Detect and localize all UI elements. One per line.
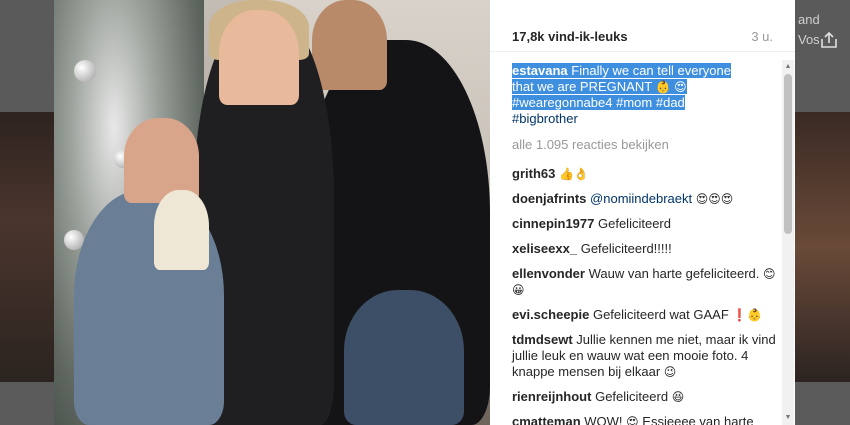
caption-highlight: #wearegonnabe4 #mom #dad (512, 95, 685, 110)
exclamation-baby-emoji-icon: ❗👶 (732, 308, 763, 322)
comment-item: cmatteman WOW! 😍 Essieeee van harte (512, 414, 780, 425)
backdrop-text: and Vos (798, 10, 820, 50)
comment-item: rienreijnhout Gefeliciteerd 😆 (512, 389, 780, 405)
comment-text: Gefeliciteerd wat GAAF (592, 307, 729, 322)
hashtag-link[interactable]: #bigbrother (512, 111, 578, 126)
share-icon[interactable] (820, 32, 838, 48)
comment-username[interactable]: xeliseexx_ (512, 241, 577, 256)
scrollbar-thumb[interactable] (784, 74, 792, 234)
comment-text: Gefeliciteerd (598, 216, 671, 231)
comment-item: ellenvonder Wauw van harte gefeliciteerd… (512, 266, 780, 298)
hashtag-link[interactable]: #wearegonnabe4 (512, 95, 612, 110)
comments-list: estavana Finally we can tell everyone th… (512, 63, 780, 425)
comment-item: grith63 👍👌 (512, 166, 780, 182)
caption-text-1: Finally we can tell everyone (571, 63, 731, 78)
scroll-up-arrow-icon[interactable]: ▲ (782, 62, 794, 72)
post-photo[interactable] (54, 0, 490, 425)
comment-username[interactable]: cinnepin1977 (512, 216, 594, 231)
comment-item: evi.scheepie Gefeliciteerd wat GAAF ❗👶 (512, 307, 780, 323)
comment-text: WOW! (584, 414, 623, 425)
caption-highlight: that we are PREGNANT 👶 😍 (512, 79, 687, 94)
man-jeans (344, 290, 464, 425)
comment-item: xeliseexx_ Gefeliciteerd!!!!! (512, 241, 780, 257)
post-caption: estavana Finally we can tell everyone th… (512, 63, 780, 127)
heart-eyes-emoji-icon: 😍 (674, 80, 687, 94)
comment-item: cinnepin1977 Gefeliciteerd (512, 216, 780, 232)
comment-username[interactable]: cmatteman (512, 414, 581, 425)
grin-emoji-icon: 😆 (671, 390, 685, 404)
thumbs-ok-emoji-icon: 👍👌 (558, 167, 589, 181)
comment-item: doenjafrints @nomiindebraekt 😍😍😍 (512, 191, 780, 207)
backdrop-text-line-2: Vos (798, 32, 820, 47)
comment-text: Gefeliciteerd!!!!! (580, 241, 672, 256)
man-head (312, 0, 387, 90)
caption-username[interactable]: estavana (512, 63, 568, 78)
backdrop-text-line-1: and (798, 12, 820, 27)
post-time[interactable]: 3 u. (751, 29, 773, 44)
hashtag-link[interactable]: #dad (656, 95, 685, 110)
comment-text: Gefeliciteerd (595, 389, 669, 404)
heart-eyes-emoji-icon: 😍 (626, 415, 639, 425)
post-header: 17,8k vind-ik-leuks 3 u. (490, 0, 795, 52)
backdrop-left-image (0, 112, 54, 382)
comment-username[interactable]: rienreijnhout (512, 389, 591, 404)
mention-link[interactable]: @nomiindebraekt (590, 191, 692, 206)
comments-panel: 17,8k vind-ik-leuks 3 u. estavana Finall… (490, 0, 795, 425)
backdrop-right-image (795, 112, 850, 382)
ornament (74, 60, 96, 82)
hashtag-link[interactable]: #mom (616, 95, 652, 110)
comment-item: tdmdsewt Jullie kennen me niet, maar ik … (512, 332, 780, 380)
comment-username[interactable]: evi.scheepie (512, 307, 589, 322)
backdrop-left-bottom (0, 382, 54, 425)
comment-username[interactable]: grith63 (512, 166, 555, 181)
comment-username[interactable]: ellenvonder (512, 266, 585, 281)
comments-scrollbar[interactable]: ▲ ▼ (782, 60, 794, 425)
boy-bib (154, 190, 209, 270)
caption-text-2: that we are PREGNANT (512, 79, 652, 94)
likes-count[interactable]: 17,8k vind-ik-leuks (512, 29, 628, 44)
wink-emoji-icon: 😉 (663, 365, 677, 379)
view-all-comments-link[interactable]: alle 1.095 reacties bekijken (512, 137, 780, 153)
comment-text: Wauw van harte gefeliciteerd. (588, 266, 760, 281)
backdrop-right-bottom (795, 382, 850, 425)
baby-emoji-icon: 👶 (655, 80, 671, 94)
scroll-down-arrow-icon[interactable]: ▼ (782, 413, 794, 423)
comment-username[interactable]: tdmdsewt (512, 332, 573, 347)
heart-eyes-emoji-icon: 😍😍😍 (695, 192, 734, 206)
caption-highlight: estavana Finally we can tell everyone (512, 63, 731, 78)
comment-username[interactable]: doenjafrints (512, 191, 586, 206)
woman-head (219, 10, 299, 105)
comment-text-continued: Essieeee van harte (642, 414, 754, 425)
